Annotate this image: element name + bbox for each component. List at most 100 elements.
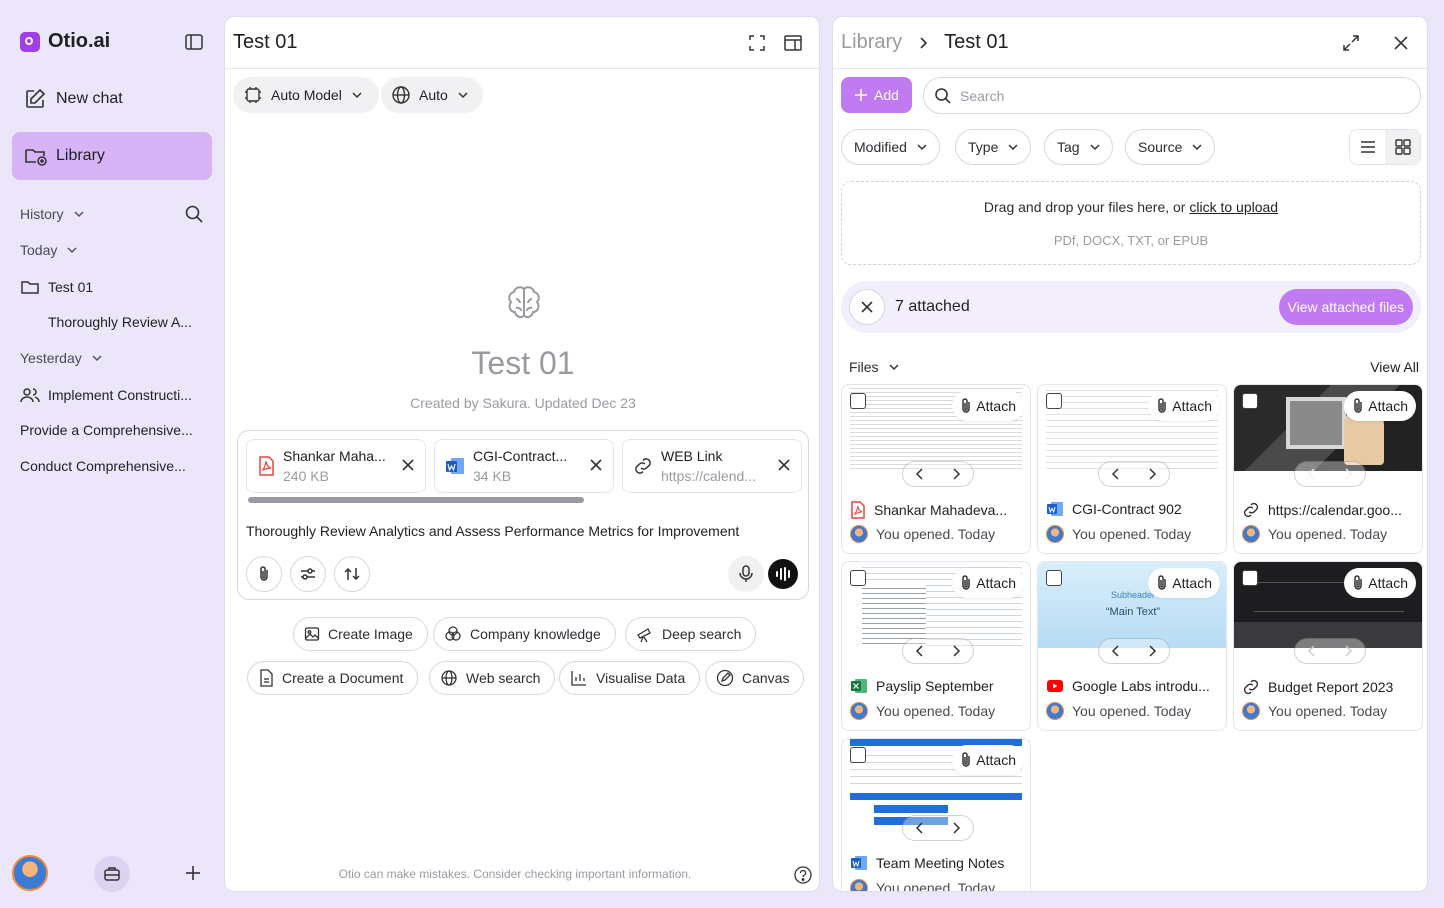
attachment-chip[interactable]: Shankar Maha... 240 KB [246,439,426,493]
settings-button[interactable] [290,556,326,592]
thumbnail-nav[interactable] [902,638,974,664]
attachment-chip[interactable]: CGI-Contract... 34 KB [434,439,614,493]
thumbnail-nav[interactable] [902,461,974,487]
layout-icon[interactable] [775,25,811,61]
file-card[interactable]: Attach https://calendar.goo... You opene… [1233,384,1423,554]
new-chat-button[interactable]: New chat [24,88,123,110]
expand-icon[interactable] [1333,25,1369,61]
history-item-test-01[interactable]: Test 01 [20,278,93,296]
chevron-left-icon[interactable] [915,822,925,834]
history-item[interactable]: Provide a Comprehensive... [20,422,193,438]
user-avatar[interactable] [12,855,48,891]
select-checkbox[interactable] [1242,570,1258,586]
library-search-input[interactable]: Search [923,77,1421,114]
create-document-button[interactable]: Create a Document [247,661,419,695]
thumbnail-nav[interactable] [1294,461,1366,487]
file-card[interactable]: Attach Budget Report 2023 You opened. To… [1233,561,1423,731]
close-icon[interactable] [1383,25,1419,61]
create-image-button[interactable]: Create Image [293,617,428,651]
chevron-right-icon[interactable] [951,468,961,480]
thumbnail-nav[interactable] [1098,638,1170,664]
file-card[interactable]: Attach Payslip September You opened. Tod… [841,561,1031,731]
filter-modified[interactable]: Modified [841,129,940,165]
select-checkbox[interactable] [1242,393,1258,409]
file-card[interactable]: Subheader “Main Text” Attach Google Labs… [1037,561,1227,731]
chevron-right-icon[interactable] [951,645,961,657]
file-card[interactable]: Attach CGI-Contract 902 You opened. Toda… [1037,384,1227,554]
history-item[interactable]: Implement Constructi... [20,386,192,404]
thumbnail-nav[interactable] [902,815,974,841]
fullscreen-icon[interactable] [739,25,775,61]
chevron-left-icon[interactable] [915,468,925,480]
select-checkbox[interactable] [850,747,866,763]
chevron-right-icon[interactable] [1343,468,1353,480]
chevron-left-icon[interactable] [1111,468,1121,480]
file-card[interactable]: Attach Team Meeting Notes You opened. To… [841,738,1031,891]
workspace-button[interactable] [94,856,130,892]
list-view-icon[interactable] [1350,130,1385,164]
close-icon[interactable] [589,458,603,472]
thumbnail-nav[interactable] [1098,461,1170,487]
chevron-right-icon[interactable] [951,822,961,834]
attach-button[interactable]: Attach [1344,391,1416,421]
upload-link[interactable]: click to upload [1189,199,1278,215]
filter-type[interactable]: Type [955,129,1032,165]
chevron-left-icon[interactable] [915,645,925,657]
company-knowledge-button[interactable]: Company knowledge [433,617,616,651]
voice-mode-button[interactable] [768,559,798,589]
attach-button[interactable]: Attach [1148,568,1220,598]
history-toggle[interactable]: History [20,206,86,222]
filter-source[interactable]: Source [1125,129,1216,165]
add-button[interactable]: Add [841,77,912,113]
upload-dropzone[interactable]: Drag and drop your files here, or click … [841,181,1421,265]
attach-button[interactable]: Attach [952,568,1024,598]
chevron-right-icon[interactable] [1343,645,1353,657]
select-checkbox[interactable] [850,570,866,586]
history-item[interactable]: Thoroughly Review A... [48,314,192,330]
web-search-button[interactable]: Web search [429,661,556,695]
thumbnail-nav[interactable] [1294,638,1366,664]
plus-icon[interactable] [184,864,202,882]
chevron-left-icon[interactable] [1307,468,1317,480]
sidebar-toggle-icon[interactable] [184,32,204,52]
web-select[interactable]: Auto [381,77,483,113]
select-checkbox[interactable] [850,393,866,409]
files-section-toggle[interactable]: Files [849,359,901,375]
chevron-left-icon[interactable] [1307,645,1317,657]
yesterday-toggle[interactable]: Yesterday [20,350,104,366]
canvas-button[interactable]: Canvas [705,661,805,695]
select-checkbox[interactable] [1046,570,1062,586]
model-select[interactable]: Auto Model [233,77,379,113]
select-checkbox[interactable] [1046,393,1062,409]
attach-button[interactable]: Attach [952,745,1024,775]
chevron-right-icon[interactable] [1147,468,1157,480]
file-card[interactable]: Attach Shankar Mahadeva... You opened. T… [841,384,1031,554]
filter-tag[interactable]: Tag [1044,129,1113,165]
breadcrumb-library[interactable]: Library [841,31,902,54]
chevron-right-icon[interactable] [1147,645,1157,657]
attachment-chip[interactable]: WEB Link https://calend... [622,439,802,493]
search-icon[interactable] [184,204,204,224]
visualise-data-button[interactable]: Visualise Data [559,661,701,695]
help-icon[interactable] [793,865,813,885]
grid-view-icon[interactable] [1385,130,1420,164]
chevron-left-icon[interactable] [1111,645,1121,657]
switch-button[interactable] [334,556,370,592]
attach-button[interactable] [246,556,282,592]
close-icon[interactable] [777,458,791,472]
microphone-button[interactable] [728,556,764,592]
prompt-input[interactable]: Thoroughly Review Analytics and Assess P… [246,523,739,539]
view-all-link[interactable]: View All [1370,359,1419,375]
attach-button[interactable]: Attach [1344,568,1416,598]
history-item[interactable]: Conduct Comprehensive... [20,458,186,474]
view-attached-button[interactable]: View attached files [1278,289,1413,325]
sidebar-item-library[interactable]: Library [12,132,212,180]
chips-scrollbar[interactable] [248,497,584,503]
clear-attached-button[interactable] [849,289,885,325]
today-toggle[interactable]: Today [20,242,79,258]
attach-button[interactable]: Attach [1148,391,1220,421]
deep-search-button[interactable]: Deep search [625,617,757,651]
app-logo[interactable]: Otio.ai [20,30,110,53]
attach-button[interactable]: Attach [952,391,1024,421]
close-icon[interactable] [401,458,415,472]
